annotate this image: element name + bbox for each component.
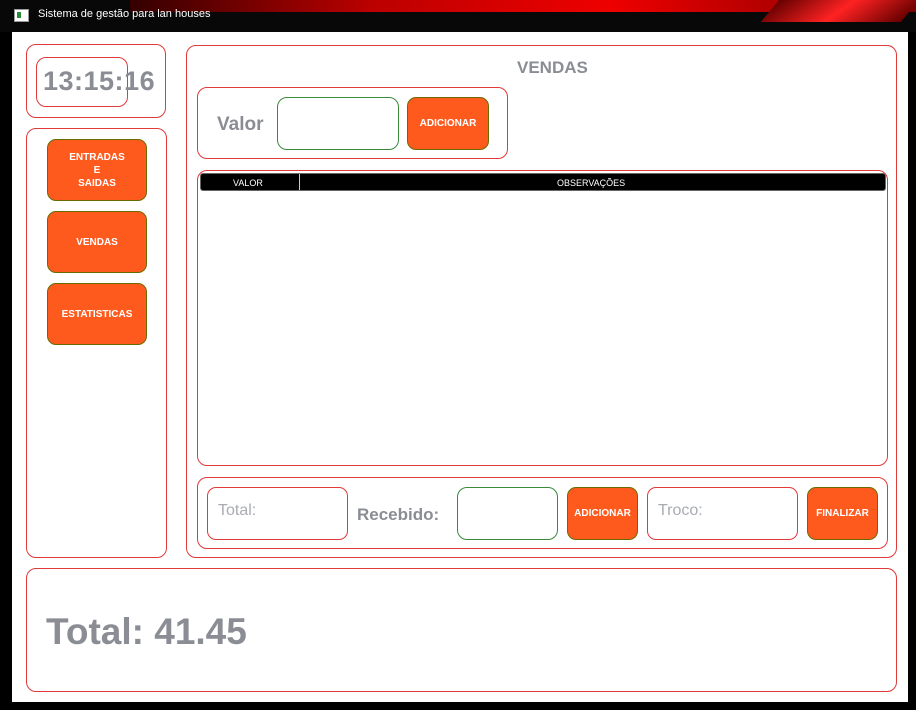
- vendas-button[interactable]: VENDAS: [47, 211, 147, 273]
- grand-total: Total: 41.45: [46, 611, 247, 652]
- column-observacoes[interactable]: OBSERVAÇÕES: [557, 178, 625, 188]
- recebido-add-button[interactable]: ADICIONAR: [567, 487, 638, 540]
- sales-table: VALOR OBSERVAÇÕES: [197, 170, 888, 466]
- valor-input[interactable]: [277, 97, 399, 150]
- recebido-label: Recebido:: [357, 505, 440, 524]
- table-header: VALOR OBSERVAÇÕES: [200, 173, 886, 191]
- recebido-input[interactable]: [457, 487, 558, 540]
- clock-time: 13:15:16: [43, 66, 156, 96]
- estatisticas-button[interactable]: ESTATISTICAS: [47, 283, 147, 345]
- total-panel: Total: 41.45: [26, 568, 897, 692]
- column-divider: [299, 174, 300, 190]
- valor-group: Valor ADICIONAR: [197, 87, 508, 159]
- entradas-saidas-button[interactable]: ENTRADAS E SAIDAS: [47, 139, 147, 201]
- app-icon: [14, 9, 29, 22]
- title-bar: Sistema de gestão para lan houses: [0, 0, 916, 32]
- valor-label: Valor: [217, 114, 264, 135]
- clock-panel: 13:15:16: [26, 44, 166, 118]
- sales-title: VENDAS: [517, 58, 588, 77]
- window-title: Sistema de gestão para lan houses: [38, 8, 211, 20]
- valor-add-button[interactable]: ADICIONAR: [407, 97, 489, 150]
- column-valor[interactable]: VALOR: [233, 178, 263, 188]
- app-window: 13:15:16 ENTRADAS E SAIDAS VENDAS ESTATI…: [12, 32, 908, 702]
- sales-panel: VENDAS Valor ADICIONAR VALOR OBSERVAÇÕES…: [186, 45, 897, 558]
- clock-frame: 13:15:16: [36, 57, 155, 107]
- finalize-button[interactable]: FINALIZAR: [807, 487, 878, 540]
- payment-bar: Total: Recebido: ADICIONAR Troco: FINALI…: [197, 477, 888, 549]
- title-bar-decoration-accent: [760, 0, 916, 22]
- total-field[interactable]: Total:: [207, 487, 348, 540]
- troco-field[interactable]: Troco:: [647, 487, 798, 540]
- sidebar: ENTRADAS E SAIDAS VENDAS ESTATISTICAS: [26, 128, 167, 558]
